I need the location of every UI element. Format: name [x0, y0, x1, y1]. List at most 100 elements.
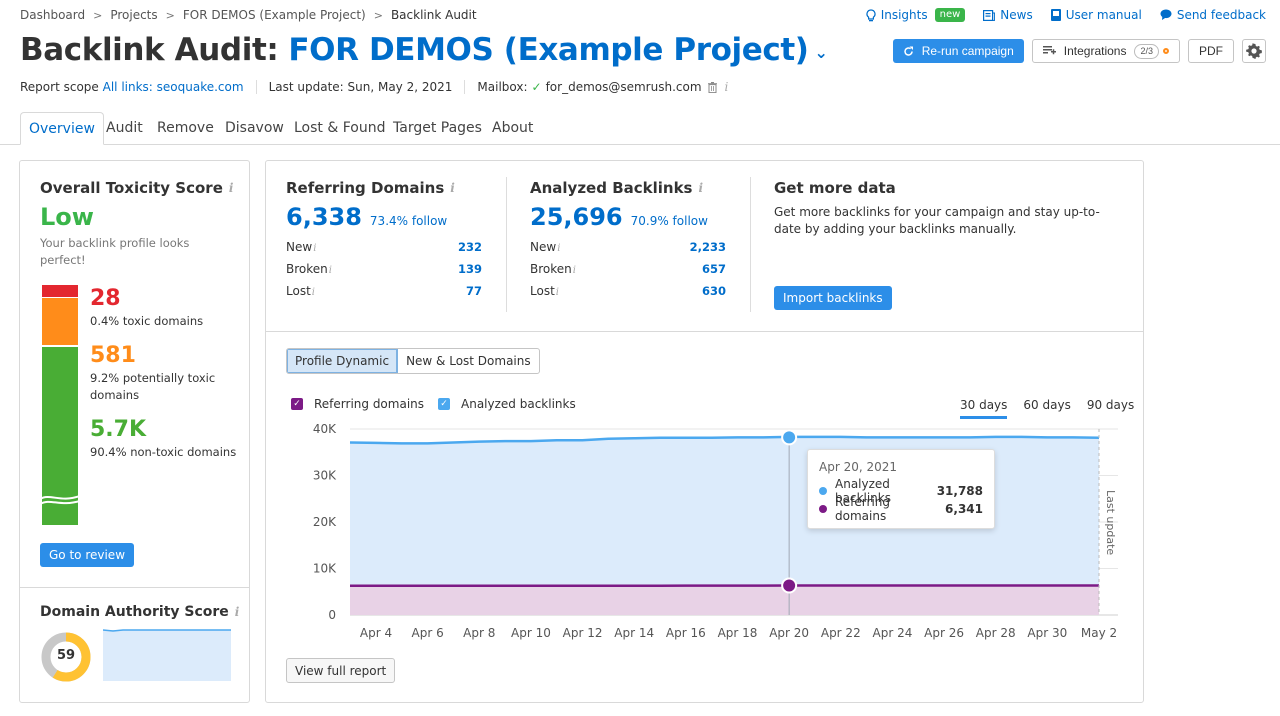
breadcrumb-projects[interactable]: Projects	[110, 8, 157, 22]
user-manual-label: User manual	[1065, 8, 1142, 22]
divider	[750, 177, 751, 312]
analyzed-backlinks-checkbox[interactable]: ✓	[438, 398, 451, 410]
chart-tooltip: Apr 20, 2021 Analyzed backlinks 31,788 R…	[807, 449, 995, 529]
breadcrumb-separator-icon: >	[373, 8, 383, 22]
x-tick-label: Apr 22	[821, 626, 861, 640]
info-icon[interactable]: i	[698, 181, 703, 195]
insights-link[interactable]: Insights new	[866, 8, 966, 22]
info-icon[interactable]: i	[556, 287, 559, 298]
info-icon[interactable]: i	[235, 605, 240, 619]
tab-lost-found[interactable]: Lost & Found	[294, 112, 385, 145]
title-prefix: Backlink Audit:	[20, 32, 279, 68]
metric-row: Losti 77	[286, 280, 482, 302]
tab-overview[interactable]: Overview	[20, 112, 104, 145]
x-tick-label: Apr 8	[463, 626, 495, 640]
breadcrumb-current: Backlink Audit	[390, 8, 477, 22]
legend-referring-domains: Referring domains	[314, 397, 425, 411]
analyzed-backlinks-hover-point	[781, 429, 798, 446]
gear-icon	[1246, 43, 1262, 59]
x-tick-label: May 2	[1081, 626, 1117, 640]
breadcrumb-dashboard[interactable]: Dashboard	[20, 8, 85, 22]
analyzed-backlinks-total[interactable]: 25,696	[530, 203, 623, 231]
metric-value[interactable]: 232	[458, 240, 482, 254]
metric-value[interactable]: 657	[702, 262, 726, 276]
referring-domains-rows: Newi 232 Brokeni 139 Losti 77	[286, 236, 482, 302]
x-tick-label: Apr 18	[718, 626, 758, 640]
rerun-label: Re-run campaign	[921, 44, 1014, 58]
tab-target-pages[interactable]: Target Pages	[393, 112, 482, 145]
tab-audit[interactable]: Audit	[106, 112, 143, 145]
new-lost-domains-tab[interactable]: New & Lost Domains	[398, 349, 539, 373]
info-icon[interactable]: i	[573, 265, 576, 276]
header-actions: Re-run campaign Integrations 2/3 PDF	[892, 39, 1266, 63]
info-icon[interactable]: i	[450, 181, 455, 195]
metric-label: Lost	[286, 284, 311, 298]
toxicity-level: Low	[40, 203, 94, 231]
non-toxic-count: 5.7K	[90, 417, 147, 442]
more-data-title: Get more data	[774, 179, 896, 197]
referring-domains-total[interactable]: 6,338	[286, 203, 362, 231]
top-links: Insights new News User manual Send feedb…	[866, 8, 1266, 22]
referring-domains-checkbox[interactable]: ✓	[291, 398, 303, 410]
info-icon[interactable]: i	[557, 243, 560, 254]
pdf-button[interactable]: PDF	[1188, 39, 1234, 63]
import-backlinks-button[interactable]: Import backlinks	[774, 286, 892, 310]
metric-value[interactable]: 630	[702, 284, 726, 298]
x-tick-label: Apr 26	[924, 626, 964, 640]
toxic-bar-segment	[42, 285, 78, 297]
y-tick-label: 30K	[313, 469, 337, 483]
project-selector[interactable]: FOR DEMOS (Example Project)	[288, 32, 809, 68]
tooltip-series-name: Referring domains	[835, 495, 891, 523]
metric-value[interactable]: 2,233	[690, 240, 726, 254]
info-icon[interactable]: i	[229, 181, 234, 195]
refresh-icon	[904, 46, 913, 56]
y-tick-label: 20K	[313, 515, 337, 529]
x-tick-label: Apr 14	[614, 626, 654, 640]
news-link[interactable]: News	[983, 8, 1033, 22]
toxicity-title-text: Overall Toxicity Score	[40, 179, 223, 197]
chevron-down-icon[interactable]: ⌄	[815, 43, 828, 62]
send-feedback-link[interactable]: Send feedback	[1160, 8, 1266, 22]
tab-about[interactable]: About	[492, 112, 533, 145]
metric-value[interactable]: 77	[466, 284, 482, 298]
rerun-campaign-button[interactable]: Re-run campaign	[892, 39, 1024, 63]
info-icon[interactable]: i	[329, 265, 332, 276]
metric-label: New	[530, 240, 557, 254]
referring-domains-area	[350, 585, 1099, 615]
news-label: News	[1000, 8, 1033, 22]
go-to-review-button[interactable]: Go to review	[40, 543, 135, 567]
authority-title: Domain Authority Score i	[40, 604, 239, 620]
metric-label: Lost	[530, 284, 555, 298]
tooltip-series-value: 31,788	[936, 484, 983, 498]
integrations-button[interactable]: Integrations 2/3	[1031, 39, 1180, 63]
referring-domains-dot-icon	[819, 505, 827, 513]
tooltip-series-value: 6,341	[945, 502, 983, 516]
settings-button[interactable]	[1242, 39, 1266, 63]
scope-link[interactable]: All links: seoquake.com	[103, 80, 244, 94]
profile-dynamic-tab[interactable]: Profile Dynamic	[287, 349, 399, 373]
checkmark-icon: ✓	[531, 80, 542, 94]
period-30-days[interactable]: 30 days	[960, 398, 1008, 419]
info-icon[interactable]: i	[725, 80, 729, 94]
user-manual-link[interactable]: User manual	[1050, 8, 1142, 22]
insights-label: Insights	[880, 8, 928, 22]
period-60-days[interactable]: 60 days	[1023, 398, 1070, 419]
divider	[255, 80, 257, 94]
trash-icon[interactable]	[707, 81, 717, 93]
tab-remove[interactable]: Remove	[157, 112, 214, 145]
last-update: Last update: Sun, May 2, 2021	[268, 80, 453, 94]
tab-disavow[interactable]: Disavow	[225, 112, 284, 145]
scope-label: Report scope	[20, 80, 99, 94]
info-icon[interactable]: i	[312, 287, 315, 298]
metric-value[interactable]: 139	[458, 262, 482, 276]
x-tick-label: Apr 24	[873, 626, 913, 640]
info-icon[interactable]: i	[313, 243, 316, 254]
x-tick-label: Apr 20	[769, 626, 809, 640]
breadcrumb-project[interactable]: FOR DEMOS (Example Project)	[183, 8, 366, 22]
referring-domains-title-text: Referring Domains	[286, 179, 445, 197]
report-meta: Report scope All links: seoquake.com Las…	[20, 80, 728, 94]
period-90-days[interactable]: 90 days	[1087, 398, 1134, 419]
metric-label: Broken	[530, 262, 572, 276]
potentially-toxic-count: 581	[90, 343, 136, 368]
view-full-report-button[interactable]: View full report	[286, 658, 396, 683]
